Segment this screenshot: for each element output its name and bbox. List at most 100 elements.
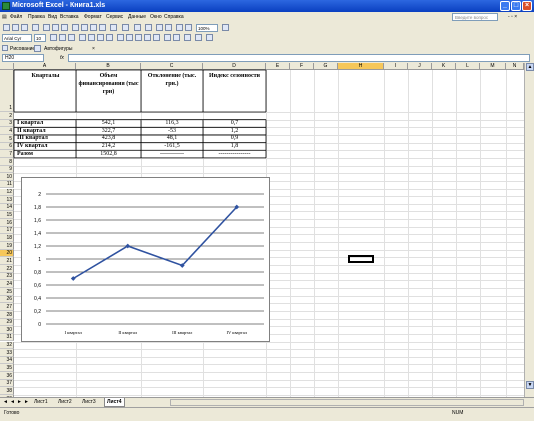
increase-indent-icon[interactable] bbox=[173, 34, 180, 41]
font-size-select[interactable]: 10 bbox=[34, 34, 46, 42]
drawing-toolbar: Рисование Автофигуры × bbox=[0, 44, 534, 54]
format-painter-icon[interactable] bbox=[99, 24, 106, 31]
menu-insert[interactable]: Вставка bbox=[60, 14, 79, 20]
fx-icon[interactable]: fx bbox=[60, 55, 64, 61]
scroll-up-button[interactable]: ▲ bbox=[526, 63, 534, 71]
merge-center-icon[interactable] bbox=[106, 34, 113, 41]
redo-icon[interactable] bbox=[122, 24, 129, 31]
ask-question-input[interactable]: Введите вопрос bbox=[452, 13, 498, 21]
menu-format[interactable]: Формат bbox=[84, 14, 102, 20]
vertical-scrollbar[interactable]: ▲ ▼ bbox=[524, 63, 534, 397]
window-title: Microsoft Excel - Книга1.xls bbox=[12, 2, 106, 9]
undo-icon[interactable] bbox=[110, 24, 117, 31]
autosum-icon[interactable] bbox=[145, 24, 152, 31]
drawing-icon[interactable] bbox=[185, 24, 192, 31]
align-center-icon[interactable] bbox=[88, 34, 95, 41]
sheet-tab-1[interactable]: Лист1 bbox=[32, 398, 50, 406]
decrease-indent-icon[interactable] bbox=[164, 34, 171, 41]
borders-icon[interactable] bbox=[184, 34, 191, 41]
worksheet-grid[interactable]: ABCDEFGHIJKLMN 1 2 3 4 5 6 7 8 9 10 11 12 13 14 15 16 17… bbox=[0, 63, 534, 397]
comma-style-icon[interactable] bbox=[135, 34, 142, 41]
y-tick-label: 0,2 bbox=[34, 309, 41, 315]
y-tick-label: 0,6 bbox=[34, 283, 41, 289]
select-objects-icon[interactable] bbox=[34, 45, 41, 52]
sort-descending-icon[interactable] bbox=[165, 24, 172, 31]
series-line[interactable] bbox=[72, 206, 238, 280]
formula-bar: H20 fx bbox=[0, 54, 534, 63]
percent-icon[interactable] bbox=[126, 34, 133, 41]
title-bar: Microsoft Excel - Книга1.xls _ □ × bbox=[0, 0, 534, 12]
name-box[interactable]: H20 bbox=[2, 54, 44, 62]
increase-decimal-icon[interactable] bbox=[144, 34, 151, 41]
print-icon[interactable] bbox=[43, 24, 50, 31]
sheet-tab-4[interactable]: Лист4 bbox=[104, 398, 125, 407]
paste-icon[interactable] bbox=[90, 24, 97, 31]
help-icon[interactable] bbox=[222, 24, 229, 31]
num-lock-indicator: NUM bbox=[452, 410, 464, 416]
menu-bar: ▤ Файл Правка Вид Вставка Формат Сервис … bbox=[0, 12, 534, 23]
menu-file[interactable]: Файл bbox=[10, 14, 22, 20]
print-preview-icon[interactable] bbox=[52, 24, 59, 31]
formula-input[interactable] bbox=[68, 54, 530, 62]
zoom-select[interactable]: 100% bbox=[196, 24, 218, 32]
prev-sheet-icon[interactable]: ◄ bbox=[10, 399, 15, 405]
draw-icon bbox=[2, 45, 8, 51]
autoshapes-menu[interactable]: Автофигуры bbox=[44, 46, 72, 52]
bold-icon[interactable] bbox=[50, 34, 57, 41]
menu-tools[interactable]: Сервис bbox=[106, 14, 123, 20]
open-icon[interactable] bbox=[12, 24, 19, 31]
horizontal-scrollbar[interactable] bbox=[170, 399, 524, 406]
close-button[interactable]: × bbox=[522, 1, 532, 11]
sort-ascending-icon[interactable] bbox=[156, 24, 163, 31]
fill-color-icon[interactable] bbox=[195, 34, 202, 41]
y-tick-label: 1,8 bbox=[34, 205, 41, 211]
new-icon[interactable] bbox=[3, 24, 10, 31]
line-chart[interactable]: 0 0,2 0,4 0,6 0,8 1 1,2 1,4 1,6 1,8 2 I квартал II к… bbox=[21, 177, 270, 342]
decrease-decimal-icon[interactable] bbox=[153, 34, 160, 41]
y-tick-label: 1,6 bbox=[34, 218, 41, 224]
menu-edit[interactable]: Правка bbox=[28, 14, 45, 20]
hyperlink-icon[interactable] bbox=[134, 24, 141, 31]
y-tick-label: 0,8 bbox=[34, 270, 41, 276]
toolbar-close-icon[interactable]: × bbox=[92, 46, 95, 52]
menu-view[interactable]: Вид bbox=[48, 14, 57, 20]
workbook-window-controls[interactable]: - ▫ × bbox=[508, 14, 517, 20]
underline-icon[interactable] bbox=[68, 34, 75, 41]
maximize-button[interactable]: □ bbox=[511, 1, 521, 11]
y-tick-label: 1,2 bbox=[34, 244, 41, 250]
sheet-tab-2[interactable]: Лист2 bbox=[56, 398, 74, 406]
excel-window: Microsoft Excel - Книга1.xls _ □ × ▤ Фай… bbox=[0, 0, 534, 421]
save-icon[interactable] bbox=[21, 24, 28, 31]
status-bar: Готово NUM bbox=[0, 407, 534, 421]
sheet-tab-3[interactable]: Лист3 bbox=[80, 398, 98, 406]
cut-icon[interactable] bbox=[72, 24, 79, 31]
align-right-icon[interactable] bbox=[97, 34, 104, 41]
last-sheet-icon[interactable]: ► bbox=[24, 399, 29, 405]
currency-icon[interactable] bbox=[117, 34, 124, 41]
y-tick-label: 1,4 bbox=[34, 231, 41, 237]
align-left-icon[interactable] bbox=[79, 34, 86, 41]
sheet-tabs-bar: ◄ ◄ ► ► Лист1 Лист2 Лист3 Лист4 bbox=[0, 397, 534, 407]
copy-icon[interactable] bbox=[81, 24, 88, 31]
x-tick-label: I квартал bbox=[65, 330, 83, 335]
italic-icon[interactable] bbox=[59, 34, 66, 41]
y-tick-label: 0,4 bbox=[34, 296, 41, 302]
menu-data[interactable]: Данные bbox=[128, 14, 146, 20]
chart-wizard-icon[interactable] bbox=[176, 24, 183, 31]
minimize-button[interactable]: _ bbox=[500, 1, 510, 11]
active-cell-cursor[interactable] bbox=[348, 255, 374, 263]
spelling-icon[interactable] bbox=[61, 24, 68, 31]
menu-window[interactable]: Окно bbox=[150, 14, 162, 20]
status-text: Готово bbox=[4, 410, 20, 416]
standard-toolbar: 100% bbox=[0, 23, 534, 33]
permission-icon[interactable] bbox=[32, 24, 39, 31]
menu-help[interactable]: Справка bbox=[164, 14, 184, 20]
scroll-down-button[interactable]: ▼ bbox=[526, 381, 534, 389]
formatting-toolbar: Arial Cyr 10 bbox=[0, 33, 534, 43]
first-sheet-icon[interactable]: ◄ bbox=[3, 399, 8, 405]
font-select[interactable]: Arial Cyr bbox=[2, 34, 32, 42]
next-sheet-icon[interactable]: ► bbox=[17, 399, 22, 405]
draw-menu[interactable]: Рисование bbox=[10, 46, 35, 52]
document-icon: ▤ bbox=[2, 14, 7, 20]
font-color-icon[interactable] bbox=[206, 34, 213, 41]
